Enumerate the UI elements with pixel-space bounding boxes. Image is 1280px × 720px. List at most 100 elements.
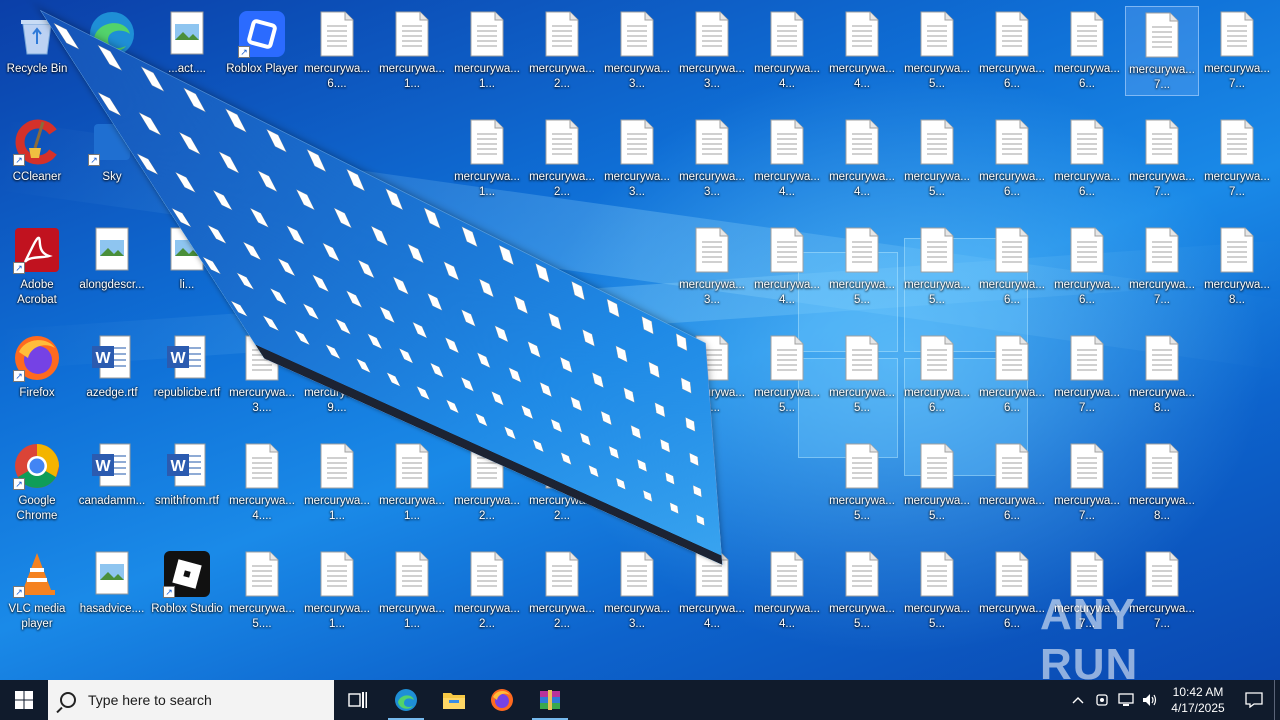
- taskbar-clock[interactable]: 10:42 AM 4/17/2025: [1162, 684, 1234, 716]
- desktop-icon[interactable]: mercurywa... 7...: [1125, 6, 1199, 96]
- desktop-icon[interactable]: mercurywa... 5...: [900, 6, 974, 96]
- desktop-icon[interactable]: mercurywa... 2...: [525, 546, 599, 636]
- desktop-icon[interactable]: ↗ CCleaner: [0, 114, 74, 204]
- desktop-icon[interactable]: mercurywa... 4...: [750, 114, 824, 204]
- desktop-icon[interactable]: mercurywa... 8...: [1125, 330, 1199, 420]
- desktop-icon[interactable]: mercurywa... 5...: [750, 330, 824, 420]
- desktop-icon[interactable]: mercurywa... 5...: [825, 438, 899, 528]
- desktop-icon[interactable]: Wazedge.rtf: [75, 330, 149, 420]
- desktop-icon[interactable]: mercurywa... 8...: [1200, 222, 1274, 312]
- taskbar-file-explorer[interactable]: [430, 680, 478, 720]
- task-view-button[interactable]: [334, 680, 382, 720]
- taskbar-edge[interactable]: [382, 680, 430, 720]
- desktop-icon[interactable]: mercurywa... 2...: [525, 438, 599, 528]
- desktop-icon[interactable]: Wsmithfrom.rtf: [150, 438, 224, 528]
- desktop-icon[interactable]: mercurywa... 6...: [1050, 114, 1124, 204]
- desktop-icon[interactable]: mercurywa... 3....: [225, 330, 299, 420]
- desktop-icon[interactable]: mercurywa... 5...: [825, 546, 899, 636]
- desktop-icon[interactable]: mercurywa... 1...: [300, 546, 374, 636]
- flipped-desktop-icon: [479, 278, 494, 298]
- desktop-icon[interactable]: mercurywa... 6...: [975, 330, 1049, 420]
- desktop-icon[interactable]: mercurywa... 6...: [975, 546, 1049, 636]
- desktop-icon[interactable]: mercurywa... 4...: [825, 114, 899, 204]
- desktop-icon[interactable]: mercurywa... 6...: [975, 222, 1049, 312]
- desktop-icon[interactable]: mercurywa... 2...: [450, 546, 524, 636]
- desktop-icon[interactable]: mercurywa... 7...: [1200, 6, 1274, 96]
- desktop-icon[interactable]: mercurywa... 3...: [675, 6, 749, 96]
- desktop-icon[interactable]: mercurywa... 6...: [900, 330, 974, 420]
- desktop-icon[interactable]: mercurywa... 2...: [525, 6, 599, 96]
- taskbar-search-box[interactable]: Type here to search: [48, 680, 334, 720]
- desktop-icon[interactable]: mercurywa... 9....: [300, 330, 374, 420]
- desktop-icon[interactable]: mercurywa... 5...: [900, 438, 974, 528]
- desktop-icon[interactable]: ↗ VLC media player: [0, 546, 74, 636]
- word-icon: W: [167, 443, 206, 487]
- desktop-icon[interactable]: mercurywa... 7...: [1050, 438, 1124, 528]
- desktop-icon[interactable]: ↗ Sky: [75, 114, 149, 204]
- desktop-icon[interactable]: mercurywa... 6...: [1050, 6, 1124, 96]
- svg-text:W: W: [170, 458, 186, 475]
- volume-icon[interactable]: [1138, 680, 1162, 720]
- desktop-icon[interactable]: mercurywa... 6...: [975, 438, 1049, 528]
- desktop-icon[interactable]: mercurywa... 4....: [225, 438, 299, 528]
- tray-overflow-chevron-icon[interactable]: [1066, 680, 1090, 720]
- desktop-icon[interactable]: mercurywa... 6...: [975, 6, 1049, 96]
- show-desktop-button[interactable]: [1274, 680, 1280, 720]
- desktop-icon[interactable]: mercurywa... 2...: [450, 438, 524, 528]
- desktop-icon[interactable]: ↗ Firefox: [0, 330, 74, 420]
- desktop-icon[interactable]: mercurywa... 5...: [825, 330, 899, 420]
- meet-now-icon[interactable]: [1090, 680, 1114, 720]
- action-center-button[interactable]: [1234, 680, 1274, 720]
- desktop-icon[interactable]: mercurywa... 5...: [900, 546, 974, 636]
- desktop-icon[interactable]: ↗ Roblox Studio: [150, 546, 224, 636]
- desktop-icon[interactable]: mercurywa... 1...: [450, 6, 524, 96]
- desktop-icon[interactable]: mercurywa... 4...: [675, 330, 749, 420]
- desktop-icon[interactable]: mercurywa... 5...: [825, 222, 899, 312]
- desktop-icon-label: mercurywa... 7...: [1129, 279, 1195, 306]
- desktop-icon[interactable]: ↗ Adobe Acrobat: [0, 222, 74, 312]
- desktop-icon[interactable]: mercurywa... 3...: [600, 546, 674, 636]
- desktop-icon[interactable]: Wcanadamm...: [75, 438, 149, 528]
- desktop-icon[interactable]: alongdescr...: [75, 222, 149, 312]
- taskbar-winrar[interactable]: [526, 680, 574, 720]
- desktop-icon[interactable]: mercurywa... 8...: [1125, 438, 1199, 528]
- desktop-icon[interactable]: mercurywa... 7...: [1125, 222, 1199, 312]
- desktop[interactable]: Recycle Bin ↗ CCleaner ↗ Adobe Acrobat ↗ Firef…: [0, 0, 1280, 680]
- desktop-icon[interactable]: ...act....: [150, 6, 224, 96]
- desktop-icon[interactable]: mercurywa... 7...: [1125, 114, 1199, 204]
- desktop-icon[interactable]: mercurywa... 5...: [900, 114, 974, 204]
- desktop-icon[interactable]: mercurywa... 3...: [600, 114, 674, 204]
- desktop-icon[interactable]: mercurywa... 4...: [675, 546, 749, 636]
- desktop-icon[interactable]: Wrepublicbe.rtf: [150, 330, 224, 420]
- desktop-icon[interactable]: mercurywa... 3...: [675, 114, 749, 204]
- desktop-icon[interactable]: ↗ Roblox Player: [225, 6, 299, 96]
- desktop-icon[interactable]: mercurywa... 7...: [1200, 114, 1274, 204]
- desktop-icon[interactable]: mercurywa... 7...: [1050, 330, 1124, 420]
- start-button[interactable]: [0, 680, 48, 720]
- desktop-icon[interactable]: mercurywa... 4...: [750, 222, 824, 312]
- desktop-icon[interactable]: mercurywa... 1...: [375, 546, 449, 636]
- desktop-icon[interactable]: mercurywa... 1...: [450, 114, 524, 204]
- desktop-icon[interactable]: mercurywa... 6...: [1050, 222, 1124, 312]
- desktop-icon[interactable]: ↗: [75, 6, 149, 96]
- desktop-icon[interactable]: mercurywa... 3...: [600, 6, 674, 96]
- desktop-icon[interactable]: mercurywa... 1...: [375, 438, 449, 528]
- desktop-icon[interactable]: mercurywa... 2...: [525, 114, 599, 204]
- desktop-icon[interactable]: mercurywa... 5...: [900, 222, 974, 312]
- taskbar-firefox[interactable]: [478, 680, 526, 720]
- desktop-icon[interactable]: mercurywa... 4...: [825, 6, 899, 96]
- desktop-icon[interactable]: mercurywa... 6...: [975, 114, 1049, 204]
- desktop-icon[interactable]: mercurywa... 4...: [750, 546, 824, 636]
- desktop-icon[interactable]: Recycle Bin: [0, 6, 74, 96]
- desktop-icon[interactable]: mercurywa... 1...: [375, 6, 449, 96]
- desktop-icon[interactable]: mercurywa... 3...: [675, 222, 749, 312]
- desktop-icon[interactable]: hasadvice....: [75, 546, 149, 636]
- desktop-icon[interactable]: mercurywa... 6....: [300, 6, 374, 96]
- desktop-icon[interactable]: li...: [150, 222, 224, 312]
- desktop-icon[interactable]: ↗ Google Chrome: [0, 438, 74, 528]
- network-icon[interactable]: [1114, 680, 1138, 720]
- desktop-icon[interactable]: mercurywa... 4...: [750, 6, 824, 96]
- desktop-icon[interactable]: mercurywa... 1...: [300, 438, 374, 528]
- desktop-icon[interactable]: mercurywa... 3...: [600, 438, 674, 528]
- desktop-icon[interactable]: mercurywa... 5....: [225, 546, 299, 636]
